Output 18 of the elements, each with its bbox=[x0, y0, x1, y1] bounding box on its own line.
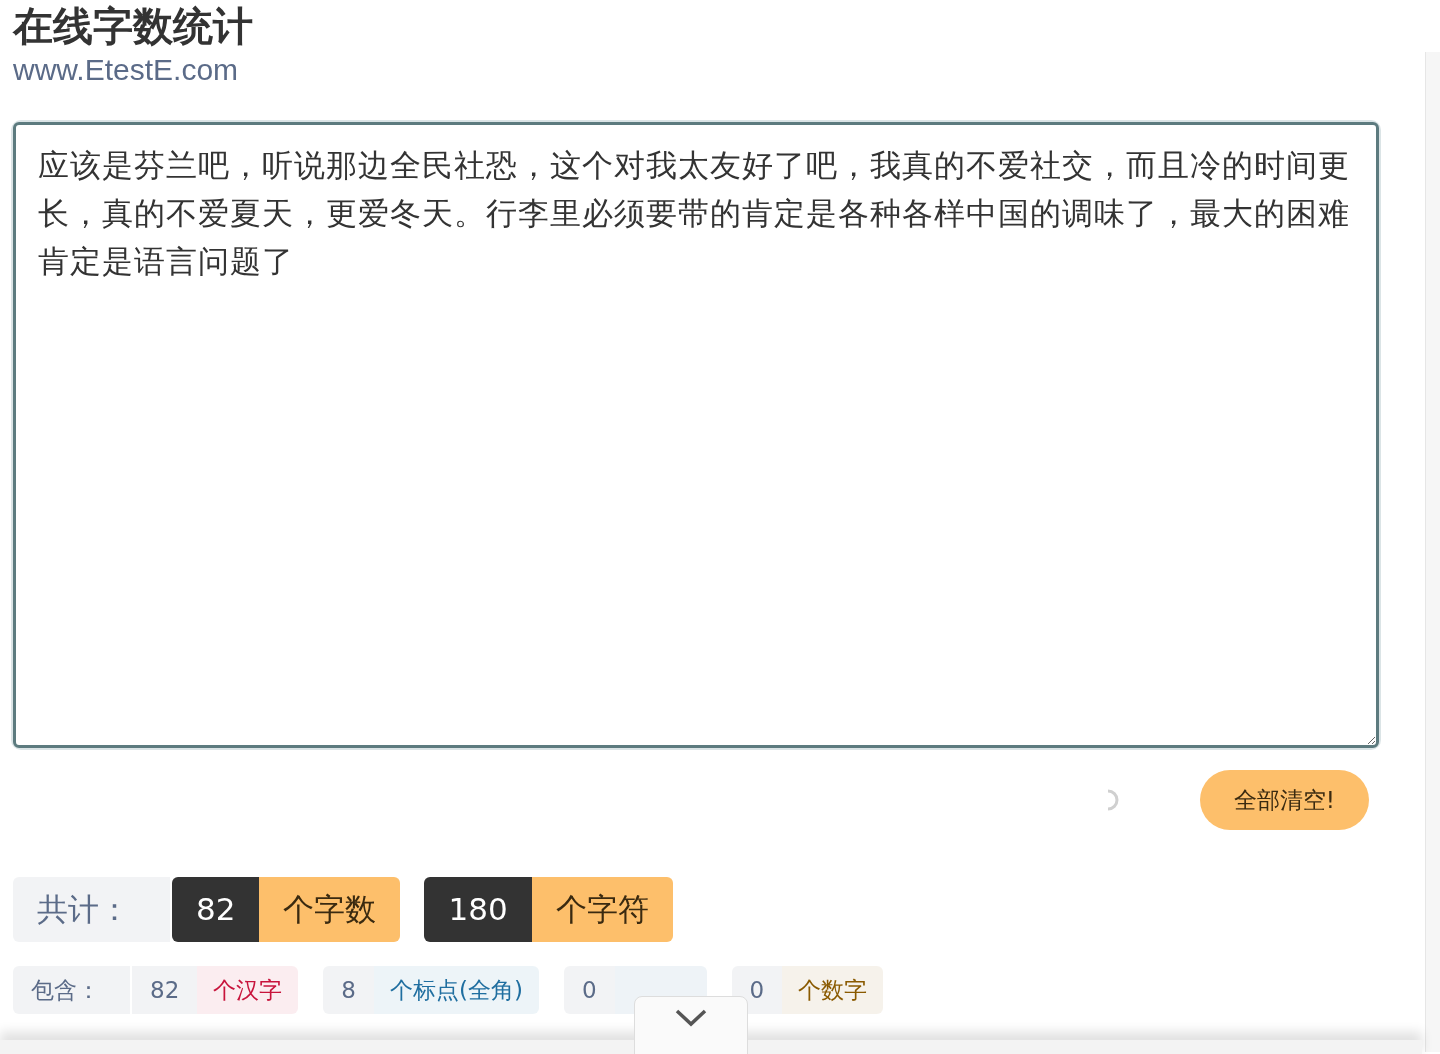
unit-label: 个汉字 bbox=[197, 966, 299, 1014]
unit-label: 个标点(全角) bbox=[373, 966, 539, 1014]
unit-label: 个字数 bbox=[259, 877, 401, 942]
page-title: 在线字数统计 bbox=[13, 2, 254, 51]
text-input-field[interactable]: 应该是芬兰吧，听说那边全民社恐，这个对我太友好了吧，我真的不爱社交，而且冷的时间更长，真的不爱夏天，更爱冬天。行李里必须要带的肯定是各种各样中国的调味了，最大的困难肯定是语言问题了 bbox=[13, 122, 1379, 748]
collapse-tab[interactable] bbox=[634, 996, 748, 1054]
unit-label: 个数字 bbox=[782, 966, 884, 1014]
count-value: 8 bbox=[323, 966, 374, 1014]
site-url: www.EtestE.com bbox=[13, 52, 240, 88]
chevron-down-icon bbox=[674, 1007, 708, 1027]
count-value: 82 bbox=[132, 966, 198, 1014]
clear-all-button[interactable]: 全部清空! bbox=[1199, 770, 1369, 830]
totals-label: 共计： bbox=[13, 877, 170, 942]
breakdown-label: 包含： bbox=[13, 966, 130, 1014]
count-value: 0 bbox=[563, 966, 615, 1014]
count-value: 82 bbox=[172, 877, 260, 942]
unit-label: 个字符 bbox=[531, 877, 673, 942]
count-value: 180 bbox=[424, 877, 532, 942]
